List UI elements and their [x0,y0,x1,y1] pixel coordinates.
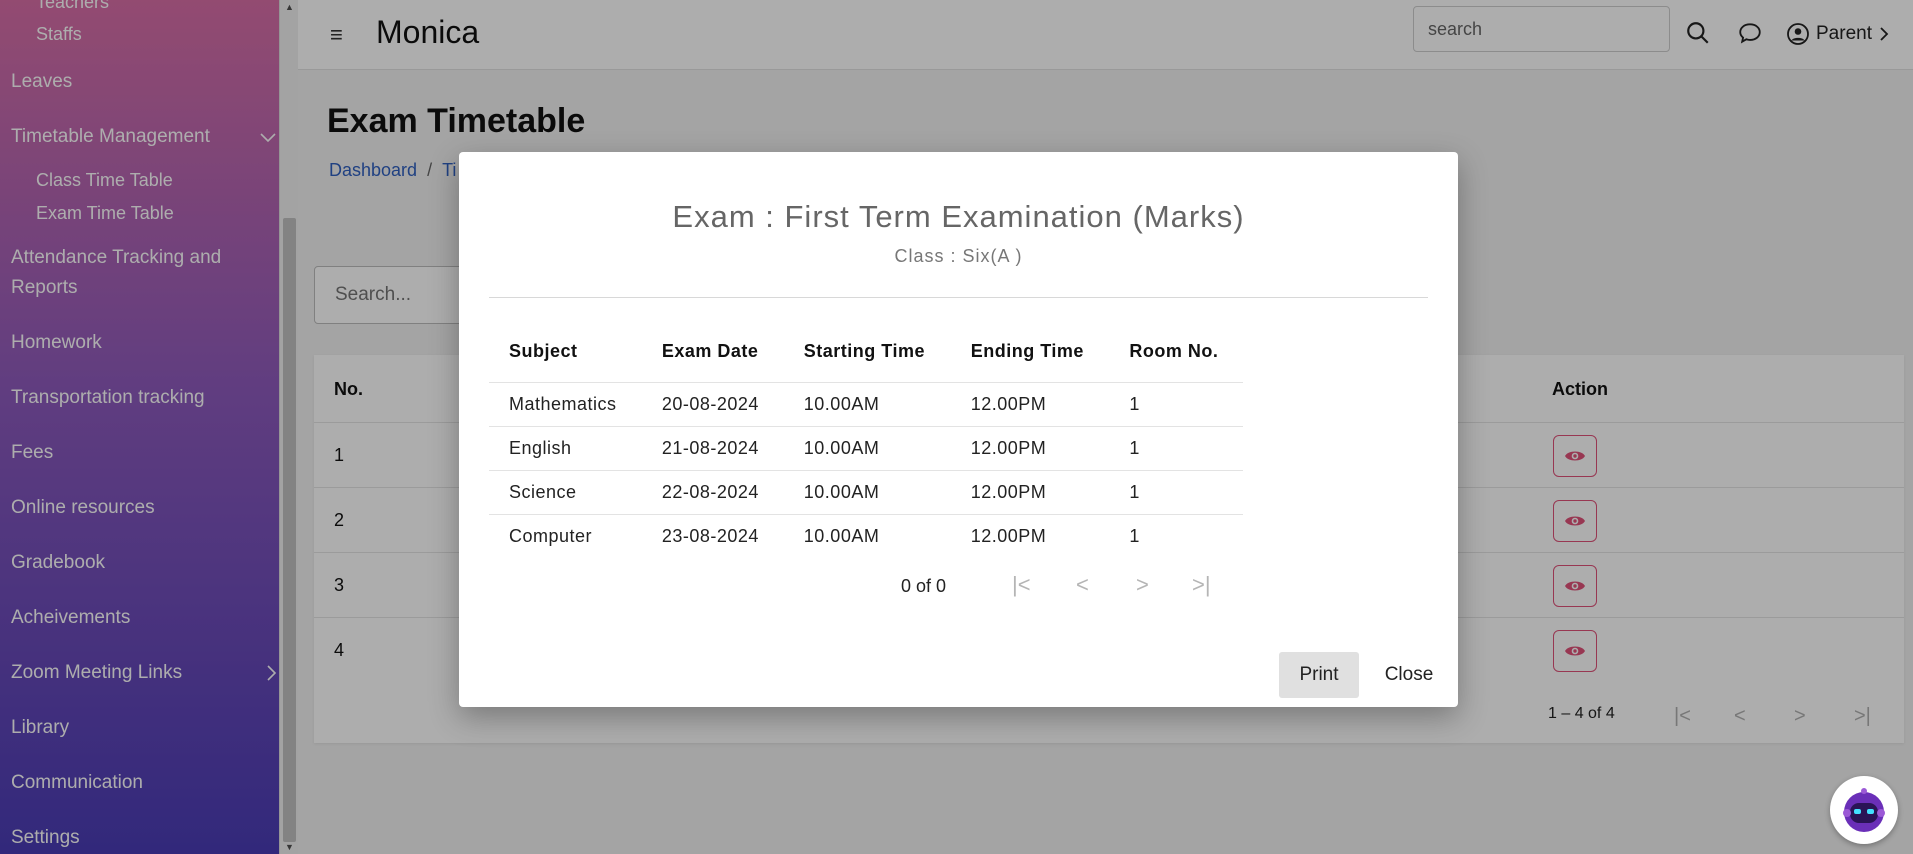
cell-exam-date: 22-08-2024 [641,469,784,514]
cell-room-no: 1 [1109,469,1243,514]
cell-starting-time: 10.00AM [783,469,951,514]
cell-ending-time: 12.00PM [950,469,1110,514]
cell-starting-time: 10.00AM [783,381,951,426]
cell-subject: English [489,425,642,470]
cell-subject: Science [489,469,642,514]
prev-page-icon[interactable]: < [1076,572,1089,598]
column-header-ending-time: Ending Time [970,341,1084,362]
chatbot-icon [1843,788,1885,832]
table-row: Computer 23-08-2024 10.00AM 12.00PM 1 [489,513,1243,558]
cell-subject: Mathematics [489,381,642,426]
chatbot-button[interactable] [1830,776,1898,844]
cell-exam-date: 21-08-2024 [641,425,784,470]
column-header-exam-date: Exam Date [661,341,759,362]
cell-exam-date: 23-08-2024 [641,513,784,558]
exam-timetable-dialog: Exam : First Term Examination (Marks) Cl… [459,152,1458,707]
cell-room-no: 1 [1109,513,1243,558]
column-header-room-no: Room No. [1129,341,1219,362]
exam-schedule-table: Subject Exam Date Starting Time Ending T… [489,322,1243,558]
last-page-icon[interactable]: >| [1192,572,1211,598]
cell-starting-time: 10.00AM [783,513,951,558]
dialog-subtitle: Class : Six(A ) [894,246,1023,266]
column-header-starting-time: Starting Time [803,341,925,362]
print-button[interactable]: Print [1279,652,1359,698]
divider [489,297,1428,298]
pagination-range: 0 of 0 [901,576,947,596]
table-row: English 21-08-2024 10.00AM 12.00PM 1 [489,425,1243,470]
cell-room-no: 1 [1109,381,1243,426]
cell-exam-date: 20-08-2024 [641,381,784,426]
cell-subject: Computer [489,513,642,558]
cell-ending-time: 12.00PM [950,513,1110,558]
dialog-title: Exam : First Term Examination (Marks) [672,199,1245,234]
cell-room-no: 1 [1109,425,1243,470]
table-row: Science 22-08-2024 10.00AM 12.00PM 1 [489,469,1243,514]
cell-starting-time: 10.00AM [783,425,951,470]
close-button[interactable]: Close [1374,652,1444,698]
table-row: Mathematics 20-08-2024 10.00AM 12.00PM 1 [489,381,1243,426]
cell-ending-time: 12.00PM [950,425,1110,470]
next-page-icon[interactable]: > [1136,572,1149,598]
column-header-subject: Subject [509,341,578,362]
table-header-row: Subject Exam Date Starting Time Ending T… [489,322,1243,382]
cell-ending-time: 12.00PM [950,381,1110,426]
first-page-icon[interactable]: |< [1012,572,1031,598]
